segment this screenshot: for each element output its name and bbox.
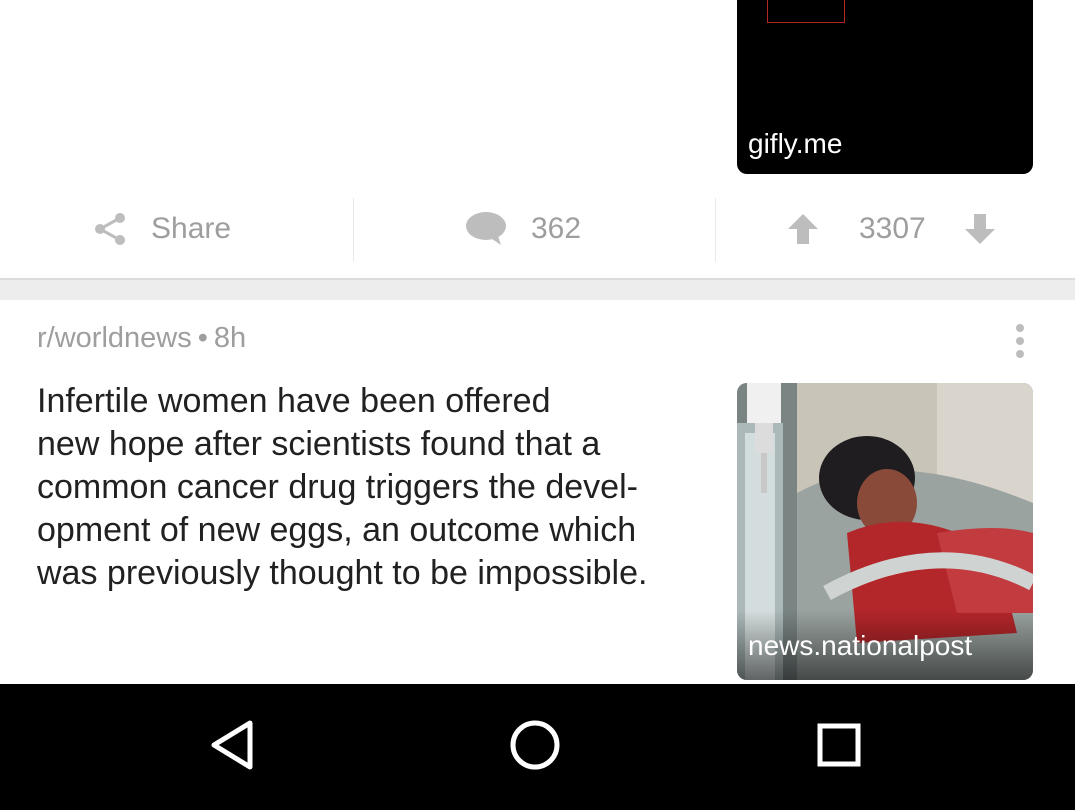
post-age: 8h (213, 322, 247, 354)
top-post-thumbnail-domain: gifly.me (748, 128, 843, 159)
share-button[interactable]: Share (93, 190, 231, 268)
back-icon (208, 719, 256, 776)
back-button[interactable] (197, 712, 267, 782)
score-count: 3307 (859, 212, 926, 245)
vote-controls: 3307 (787, 190, 996, 268)
post-thumbnail-domain: news.nationalpost (748, 630, 973, 661)
recents-button[interactable] (804, 712, 874, 782)
post-title[interactable]: Infertile women have been offered new ho… (37, 380, 717, 595)
post-meta: r/worldnews • 8h (37, 322, 246, 355)
share-label: Share (151, 212, 232, 245)
home-button[interactable] (500, 712, 570, 782)
subreddit-link[interactable]: r/worldnews (37, 322, 192, 354)
downvote-arrow-icon[interactable] (964, 212, 996, 246)
action-divider (715, 198, 716, 262)
top-post-thumbnail[interactable]: gifly.me (737, 0, 1033, 174)
action-divider (353, 198, 354, 262)
thumbnail-frame-detail (767, 0, 845, 23)
recents-icon (816, 722, 862, 773)
home-icon (509, 719, 561, 776)
post-separator (0, 278, 1075, 300)
post-action-bar: Share 362 3307 (0, 190, 1075, 268)
upvote-arrow-icon[interactable] (787, 212, 819, 246)
comment-count: 362 (531, 212, 582, 245)
overflow-menu-icon[interactable] (1008, 322, 1032, 360)
comment-icon (465, 211, 507, 247)
post-thumbnail[interactable]: news.nationalpost (737, 383, 1033, 680)
comments-button[interactable]: 362 (465, 190, 581, 268)
system-nav-bar (0, 684, 1075, 810)
meta-separator: • (197, 322, 208, 354)
share-icon (93, 212, 127, 246)
